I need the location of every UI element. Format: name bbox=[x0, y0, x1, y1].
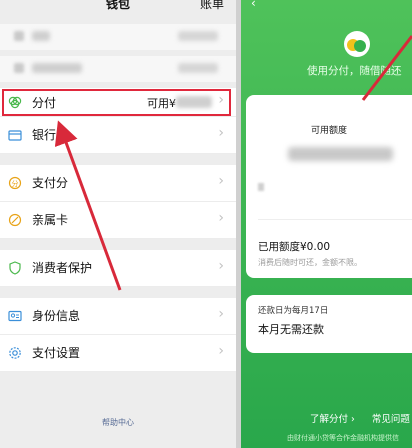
chevron-right-icon: › bbox=[218, 125, 224, 141]
shield-icon bbox=[9, 261, 21, 275]
blurred-text bbox=[32, 63, 82, 73]
blurred-side-text bbox=[258, 183, 264, 191]
faq-link[interactable]: 常见问题 › bbox=[372, 414, 412, 425]
card-divider bbox=[258, 219, 412, 220]
gear-icon bbox=[9, 347, 21, 359]
blurred-value bbox=[178, 63, 218, 73]
chevron-right-icon: › bbox=[218, 92, 224, 108]
blurred-text bbox=[32, 31, 50, 41]
blurred-value bbox=[178, 31, 218, 41]
fenfu-icon bbox=[8, 96, 22, 109]
menu-item-label: 身份信息 bbox=[32, 309, 81, 323]
menu-item-label: 支付分 bbox=[32, 176, 69, 190]
blurred-icon bbox=[14, 63, 24, 73]
family-card-icon bbox=[8, 213, 22, 227]
menu-item-label: 支付设置 bbox=[32, 346, 81, 360]
logo-green-circle bbox=[354, 40, 366, 52]
chevron-right-icon: › bbox=[218, 173, 224, 189]
menu-item-payment-score[interactable]: 分 支付分 › bbox=[0, 165, 236, 202]
chevron-right-icon: › bbox=[218, 343, 224, 359]
menu-item-label: 亲属卡 bbox=[32, 213, 69, 227]
svg-text:分: 分 bbox=[12, 179, 19, 188]
blurred-icon bbox=[14, 31, 24, 41]
blurred-limit-amount bbox=[288, 147, 393, 161]
chevron-right-icon: › bbox=[218, 306, 224, 322]
menu-item-payment-settings[interactable]: 支付设置 › bbox=[0, 335, 236, 372]
menu-item-fenfu[interactable]: 分付 可用¥ › bbox=[0, 88, 236, 117]
id-card-icon bbox=[8, 310, 22, 322]
section-gap bbox=[0, 239, 236, 250]
wallet-menu: 分付 可用¥ › 银行卡 › 分 支付分 › 亲属卡 › 消费者保护 › 身份信… bbox=[0, 88, 236, 372]
wallet-panel: 钱包 账单 分付 可用¥ › 银行卡 › 分 支付分 › 亲属卡 › 消费者保护… bbox=[0, 0, 236, 448]
section-gap bbox=[0, 287, 236, 298]
footer-links: 了解分付 › 常见问题 › bbox=[310, 411, 412, 425]
repayment-day-text: 还款日为每月17日 bbox=[258, 306, 329, 316]
fenfu-panel: ‹ 使用分付，随借随还 可用额度 已用额度¥0.00 消费后随时可还，金额不限。… bbox=[241, 0, 412, 448]
menu-item-family-card[interactable]: 亲属卡 › bbox=[0, 202, 236, 239]
repayment-card[interactable]: 还款日为每月17日 本月无需还款 bbox=[246, 295, 412, 353]
menu-item-label: 银行卡 bbox=[32, 128, 69, 142]
chevron-right-icon: › bbox=[218, 258, 224, 274]
back-chevron-icon[interactable]: ‹ bbox=[251, 0, 256, 10]
section-gap bbox=[0, 154, 236, 165]
provider-footnote: 由财付通小贷等合作金融机构提供信 bbox=[287, 434, 399, 442]
bank-card-icon bbox=[8, 130, 22, 141]
menu-item-consumer-protection[interactable]: 消费者保护 › bbox=[0, 250, 236, 287]
learn-fenfu-link[interactable]: 了解分付 › bbox=[310, 414, 355, 425]
payment-score-icon: 分 bbox=[8, 176, 22, 190]
fenfu-logo-icon bbox=[344, 31, 370, 57]
help-center-link[interactable]: 帮助中心 bbox=[0, 417, 236, 428]
available-limit-label: 可用额度 bbox=[310, 126, 347, 136]
available-limit-text: 可用¥ bbox=[147, 97, 176, 110]
fenfu-slogan: 使用分付，随借随还 bbox=[307, 65, 402, 77]
menu-item-label: 分付 bbox=[32, 96, 57, 110]
limit-card: 可用额度 已用额度¥0.00 消费后随时可还，金额不限。 bbox=[246, 95, 412, 278]
menu-item-bank-card[interactable]: 银行卡 › bbox=[0, 117, 236, 154]
repayment-status-text: 本月无需还款 bbox=[258, 323, 324, 336]
bills-link[interactable]: 账单 bbox=[200, 0, 224, 12]
menu-item-label: 消费者保护 bbox=[32, 261, 93, 275]
blurred-available-amount bbox=[176, 96, 212, 108]
blurred-account-row[interactable] bbox=[0, 56, 236, 82]
blurred-balance-row[interactable] bbox=[0, 24, 236, 50]
repay-note: 消费后随时可还，金额不限。 bbox=[258, 258, 362, 267]
wallet-header: 钱包 账单 bbox=[0, 0, 236, 14]
menu-item-identity-info[interactable]: 身份信息 › bbox=[0, 298, 236, 335]
used-limit-text: 已用额度¥0.00 bbox=[258, 241, 331, 253]
chevron-right-icon: › bbox=[218, 210, 224, 226]
